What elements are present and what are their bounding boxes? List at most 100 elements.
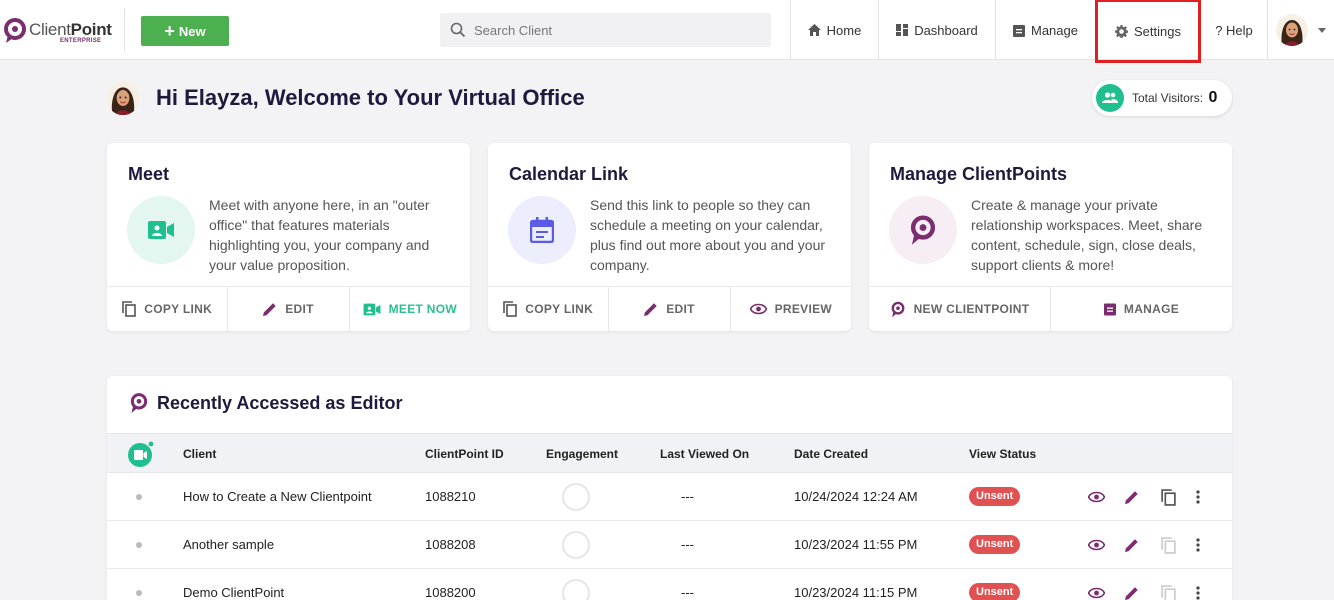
row-client[interactable]: Another sample [183,521,274,569]
more-vertical-icon [1196,538,1200,552]
more-button[interactable] [1193,534,1203,556]
more-vertical-icon [1196,490,1200,504]
col-view-status[interactable]: View Status [969,434,1036,474]
video-camera-icon [148,221,174,239]
calendar-card-title: Calendar Link [509,164,629,184]
new-button[interactable]: + New [141,16,229,46]
pencil-icon [263,303,276,316]
avatar [1276,14,1308,46]
recent-section-title: Recently Accessed as Editor [129,392,402,414]
calendar-preview-label: PREVIEW [774,302,833,316]
live-meeting-icon [127,440,155,468]
dashboard-icon [896,24,909,36]
copy-button[interactable] [1157,582,1179,600]
status-dot [136,494,142,500]
nav-home-label: Home [826,22,862,38]
new-clientpoint-label: NEW CLIENTPOINT [913,302,1030,316]
table-row[interactable]: How to Create a New Clientpoint 1088210 … [107,473,1232,521]
clientpoint-icon [910,215,936,245]
edit-button[interactable] [1121,534,1143,556]
clipboard-icon [1013,24,1025,37]
clipboard-icon [1103,303,1116,316]
chevron-down-icon [1318,27,1326,33]
edit-button[interactable] [1121,582,1143,600]
row-date-created: 10/23/2024 11:55 PM [794,537,918,552]
status-dot [136,542,142,548]
row-date-created: 10/23/2024 11:15 PM [794,585,918,600]
visitors-label: Total Visitors: 0 [1132,89,1218,106]
meet-card-actions: COPY LINK EDIT MEET NOW [107,286,470,331]
meet-card-icon-circle [127,196,195,264]
meet-card: Meet Meet with anyone here, in an "outer… [107,143,470,331]
col-engagement[interactable]: Engagement [546,434,618,474]
table-row[interactable]: Demo ClientPoint 1088200 --- 10/23/2024 … [107,569,1232,600]
nav-dashboard[interactable]: Dashboard [878,0,995,60]
clientpoint-logo-icon [4,18,26,43]
table-header: Client ClientPoint ID Engagement Last Vi… [107,433,1232,473]
calendar-edit-button[interactable]: EDIT [608,287,729,331]
more-button[interactable] [1193,486,1203,508]
eye-icon [1087,539,1105,551]
manage-button[interactable]: MANAGE [1050,287,1232,331]
visitors-count: 0 [1208,89,1218,106]
search-box[interactable] [440,13,771,47]
pencil-icon [1125,587,1138,600]
meet-now-label: MEET NOW [388,302,458,316]
copy-icon [503,301,518,317]
row-actions [1085,569,1203,600]
view-button[interactable] [1085,582,1107,600]
clientpoint-logo[interactable]: ClientPoint ENTERPRISE [4,16,122,46]
edit-button[interactable] [1121,486,1143,508]
nav-settings-label: Settings [1134,23,1181,39]
more-button[interactable] [1193,582,1203,600]
gear-icon [1115,24,1128,38]
calendar-copy-link-button[interactable]: COPY LINK [488,287,608,331]
nav-help[interactable]: ? Help [1201,0,1267,60]
engagement-ring [562,483,590,511]
nav-help-label: ? Help [1215,22,1253,38]
calendar-preview-button[interactable]: PREVIEW [729,287,851,331]
new-clientpoint-button[interactable]: NEW CLIENTPOINT [869,287,1050,331]
copy-button[interactable] [1157,486,1179,508]
user-menu[interactable] [1267,0,1334,60]
search-input[interactable] [474,22,754,38]
meet-copy-link-button[interactable]: COPY LINK [107,287,227,331]
calendar-card: Calendar Link Send this link to people s… [488,143,851,331]
divider [124,8,125,52]
new-button-label: New [178,23,206,39]
engagement-ring [562,531,590,559]
view-button[interactable] [1085,534,1107,556]
status-dot [136,590,142,596]
col-last-viewed[interactable]: Last Viewed On [660,434,749,474]
nav-settings[interactable]: Settings [1095,0,1201,63]
plus-icon: + [164,21,175,41]
pencil-icon [1125,491,1138,504]
row-date-created: 10/24/2024 12:24 AM [794,489,918,504]
top-bar: ClientPoint ENTERPRISE + New Home Dashbo… [0,0,1334,63]
table-row[interactable]: Another sample 1088208 --- 10/23/2024 11… [107,521,1232,569]
col-date-created[interactable]: Date Created [794,434,868,474]
nav-home[interactable]: Home [790,0,878,60]
eye-icon [1087,491,1105,503]
col-clientpoint-id[interactable]: ClientPoint ID [425,434,504,474]
meet-card-description: Meet with anyone here, in an "outer offi… [209,197,430,273]
row-id: 1088210 [425,489,476,504]
row-actions [1085,521,1203,569]
calendar-card-actions: COPY LINK EDIT PREVIEW [488,286,851,331]
logo-wordmark: ClientPoint [29,20,112,39]
meet-edit-button[interactable]: EDIT [227,287,348,331]
row-id: 1088200 [425,585,476,600]
nav-manage[interactable]: Manage [995,0,1095,60]
row-client[interactable]: How to Create a New Clientpoint [183,473,372,521]
meet-now-button[interactable]: MEET NOW [348,287,470,331]
row-last-viewed: --- [681,537,694,552]
manage-card-icon-circle [889,196,957,264]
col-client[interactable]: Client [183,434,216,474]
row-last-viewed: --- [681,585,694,600]
copy-button[interactable] [1157,534,1179,556]
view-button[interactable] [1085,486,1107,508]
manage-card-description: Create & manage your private relationshi… [971,197,1203,273]
recently-accessed-panel: Recently Accessed as Editor Client Clien… [107,376,1232,600]
total-visitors-badge[interactable]: Total Visitors: 0 [1092,80,1232,116]
row-client[interactable]: Demo ClientPoint [183,569,284,600]
